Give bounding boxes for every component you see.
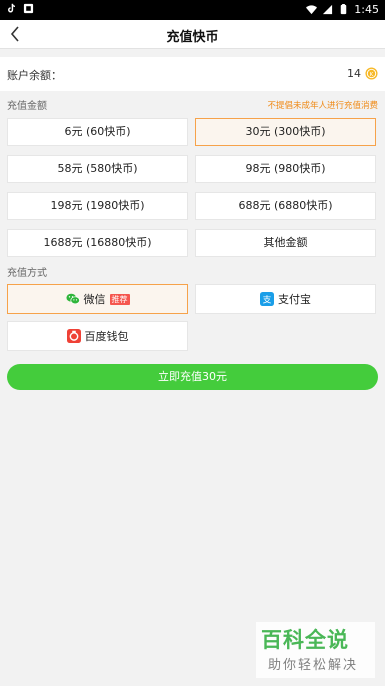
amount-option-98[interactable]: 98元 (980快币) xyxy=(195,155,376,183)
pay-method-wechat[interactable]: 微信 推荐 xyxy=(7,284,188,314)
baidu-wallet-label: 百度钱包 xyxy=(84,330,129,343)
notification-icon xyxy=(23,3,34,14)
balance-label: 账户余额： xyxy=(7,69,62,82)
status-left xyxy=(6,3,34,14)
alipay-icon: 支 xyxy=(260,292,274,306)
status-right: 1:45 xyxy=(306,3,379,16)
alipay-label: 支付宝 xyxy=(278,293,311,306)
amount-option-198[interactable]: 198元 (1980快币) xyxy=(7,192,188,220)
watermark-sub: 助你轻松解决 xyxy=(268,658,359,673)
battery-icon xyxy=(341,4,347,15)
amount-option-6[interactable]: 6元 (60快币) xyxy=(7,118,188,146)
page-title: 充值快币 xyxy=(166,30,219,45)
signal-icon xyxy=(323,4,333,15)
tiktok-icon xyxy=(8,3,16,13)
balance-value: 14 xyxy=(347,67,361,80)
amount-option-58[interactable]: 58元 (580快币) xyxy=(7,155,188,183)
status-bar: 1:45 xyxy=(0,0,385,20)
amount-option-688[interactable]: 688元 (6880快币) xyxy=(195,192,376,220)
wifi-icon xyxy=(306,5,318,15)
amount-option-other[interactable]: 其他金额 xyxy=(195,229,376,257)
amount-option-1688[interactable]: 1688元 (16880快币) xyxy=(7,229,188,257)
watermark: 百科全说 助你轻松解决 xyxy=(256,622,375,678)
recharge-submit-button[interactable]: 立即充值30元 xyxy=(7,364,378,390)
pay-method-baidu-wallet[interactable]: 百度钱包 xyxy=(7,321,188,351)
pay-section-title: 充值方式 xyxy=(7,268,47,279)
watermark-main: 百科全说 xyxy=(261,628,349,652)
pay-method-alipay[interactable]: 支 支付宝 xyxy=(195,284,376,314)
coin-icon: K xyxy=(365,67,378,80)
svg-text:支: 支 xyxy=(263,294,272,306)
amount-section-title: 充值金额 xyxy=(7,101,47,112)
wechat-label: 微信 xyxy=(83,293,106,306)
status-time: 1:45 xyxy=(354,3,379,16)
balance-row: 账户余额： 14 K xyxy=(0,57,385,91)
svg-text:K: K xyxy=(370,72,374,78)
nav-bar: 充值快币 xyxy=(0,20,385,49)
amount-option-30[interactable]: 30元 (300快币) xyxy=(195,118,376,146)
minor-notice: 不提倡未成年人进行充值消费 xyxy=(267,101,378,111)
wechat-icon xyxy=(65,293,80,305)
recommend-badge: 推荐 xyxy=(109,293,130,305)
baidu-wallet-icon xyxy=(66,329,81,343)
